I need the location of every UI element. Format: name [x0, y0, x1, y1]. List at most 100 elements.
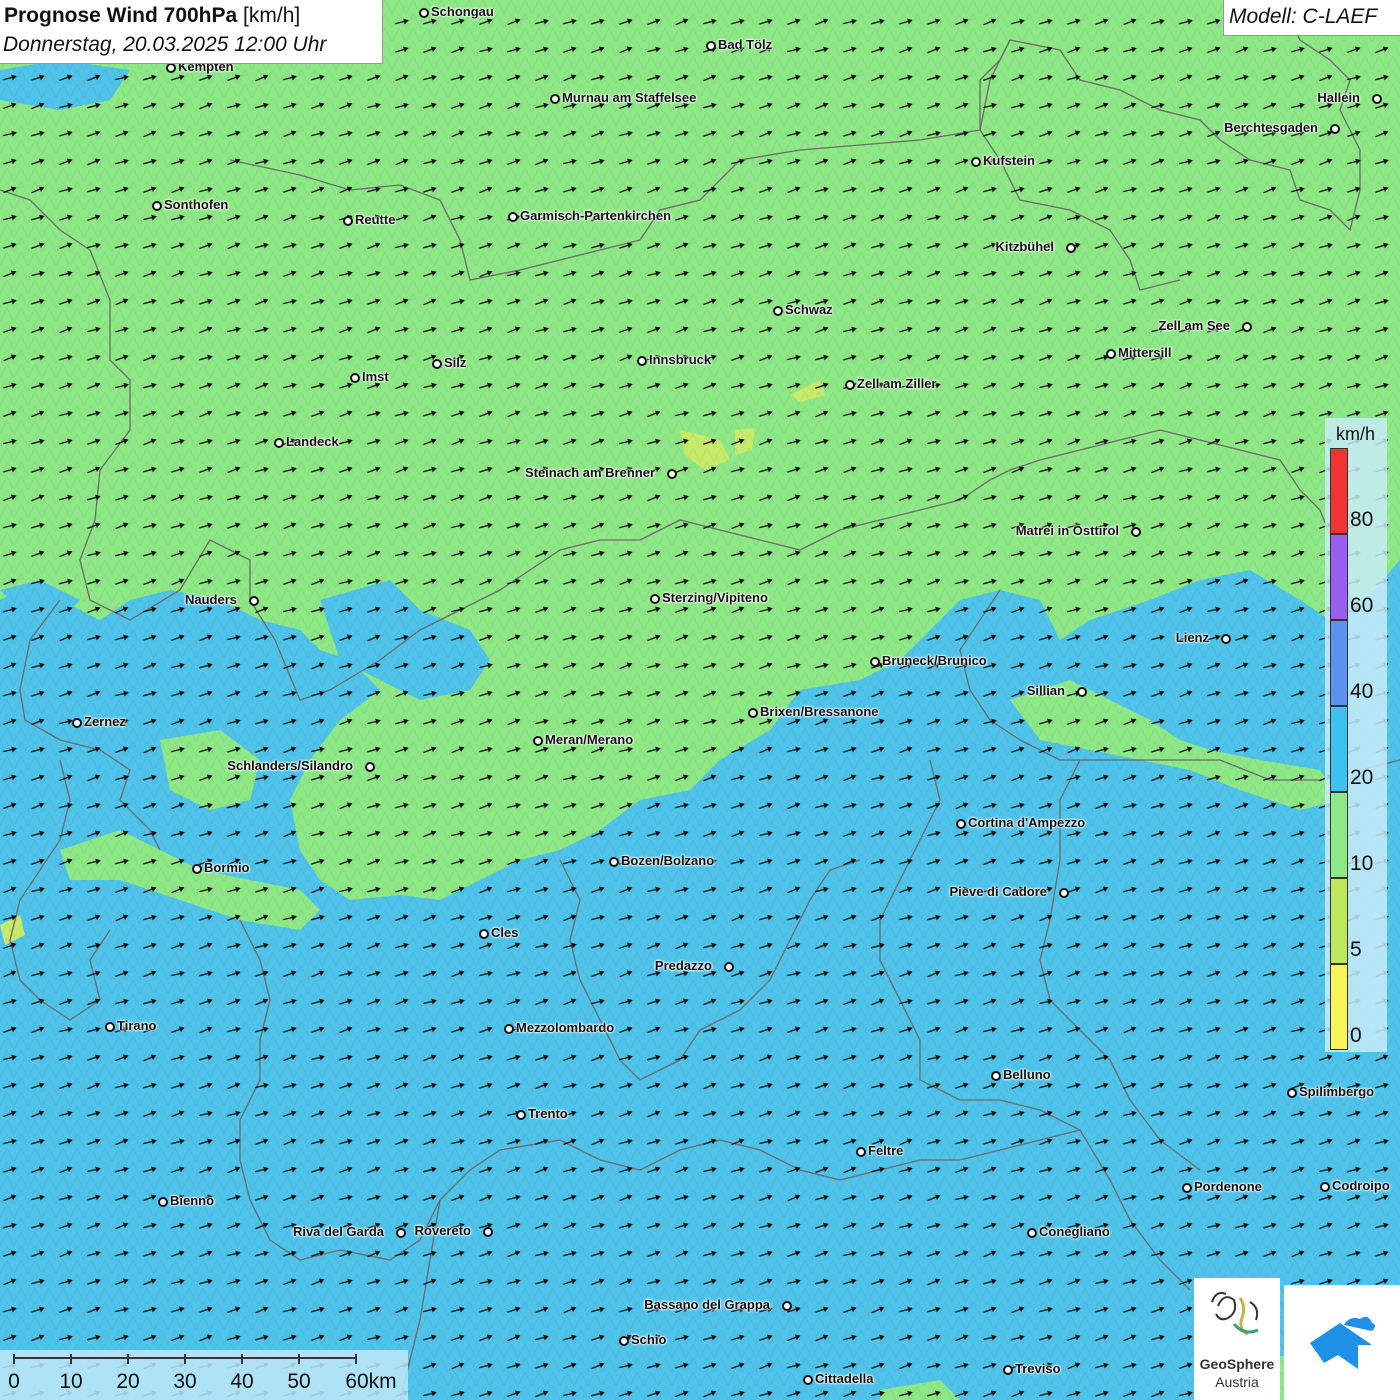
city-dot [845, 380, 855, 390]
city-dot [158, 1197, 168, 1207]
city-label: Brixen/Bressanone [760, 704, 879, 719]
geosphere-logo[interactable]: GeoSphere Austria [1194, 1278, 1280, 1400]
legend-tick-label: 0 [1350, 1024, 1362, 1047]
city-dot [533, 736, 543, 746]
city-dot [479, 929, 489, 939]
city-dot [1027, 1228, 1037, 1238]
city-label: Bassano del Grappa [644, 1297, 770, 1312]
scale-tick-label: 0 [8, 1370, 20, 1393]
map-title-unit: [km/h] [237, 4, 301, 27]
city-dot [773, 306, 783, 316]
model-box: Modell: C-LAEF [1223, 0, 1400, 36]
city-label: Mezzolombardo [516, 1020, 615, 1035]
city-dot [1059, 888, 1069, 898]
city-label: Feltre [868, 1143, 904, 1158]
model-label: Modell: C-LAEF [1229, 5, 1378, 28]
city-label: Schwaz [785, 302, 833, 317]
city-label: Silz [444, 355, 467, 370]
geosphere-logo-text: GeoSphere [1199, 1356, 1275, 1372]
city-dot [249, 596, 259, 606]
wind-forecast-map[interactable]: Schongau Bad Tölz Kempten Murnau am Staffel… [0, 0, 1400, 1400]
legend-unit: km/h [1336, 424, 1376, 444]
city-dot [516, 1110, 526, 1120]
city-dot [724, 962, 734, 972]
city-label: Zell am See [1158, 318, 1230, 333]
city-dot [706, 41, 716, 51]
city-label: Innsbruck [649, 352, 712, 367]
city-dot [550, 94, 560, 104]
city-dot [1066, 243, 1076, 253]
city-dot [504, 1024, 514, 1034]
city-label: Bienno [170, 1193, 215, 1208]
city-dot [609, 857, 619, 867]
cloud-arrow-logo[interactable] [1284, 1285, 1400, 1400]
city-dot [1077, 687, 1087, 697]
city-label: Bormio [204, 860, 250, 875]
city-label: Belluno [1003, 1067, 1051, 1082]
city-label: Matrei in Osttirol [1015, 523, 1119, 538]
city-dot [432, 359, 442, 369]
city-dot [856, 1147, 866, 1157]
city-label: Bruneck/Brunico [882, 653, 987, 668]
city-label: Zernez [84, 714, 126, 729]
city-label: Sonthofen [164, 197, 229, 212]
scale-tick-label: 50 [287, 1370, 311, 1393]
legend-swatch [1330, 620, 1348, 706]
city-dot [419, 8, 429, 18]
city-dot [192, 864, 202, 874]
scale-tick-label: 60km [345, 1370, 397, 1393]
legend-tick-label: 5 [1350, 938, 1362, 961]
city-label: Riva del Garda [292, 1224, 384, 1239]
city-dot [152, 201, 162, 211]
city-dot [365, 762, 375, 772]
city-dot [1003, 1365, 1013, 1375]
legend-swatch [1330, 706, 1348, 792]
city-label: Kitzbühel [995, 239, 1055, 254]
city-label: Landeck [286, 434, 339, 449]
city-label: Schlanders/Silandro [227, 758, 353, 773]
city-dot [1242, 322, 1252, 332]
city-label: Codroipo [1332, 1178, 1390, 1193]
scale-tick-label: 30 [173, 1370, 197, 1393]
city-label: Zell am Ziller [857, 376, 937, 391]
city-label: Bozen/Bolzano [621, 853, 715, 868]
city-dot [508, 212, 518, 222]
city-label: Nauders [184, 592, 237, 607]
map-title-main: Prognose Wind 700hPa [4, 4, 238, 27]
city-label: Steinach am Brenner [524, 465, 655, 480]
city-dot [343, 216, 353, 226]
scale-tick-label: 40 [230, 1370, 254, 1393]
city-dot [350, 373, 360, 383]
city-dot [72, 718, 82, 728]
city-dot [782, 1301, 792, 1311]
city-dot [956, 819, 966, 829]
forecast-datetime: Donnerstag, 20.03.2025 12:00 Uhr [3, 33, 327, 56]
title-box: Prognose Wind 700hPa [km/h] Donnerstag, … [0, 0, 383, 64]
city-label: Predazzo [654, 958, 712, 973]
city-dot [803, 1375, 813, 1385]
city-dot [650, 594, 660, 604]
city-dot [1131, 527, 1141, 537]
city-dot [637, 356, 647, 366]
city-label: Cittadella [815, 1371, 874, 1386]
geosphere-emblem-icon [1211, 1292, 1259, 1336]
city-label: Sterzing/Vipiteno [662, 590, 768, 605]
city-label: Kufstein [983, 153, 1035, 168]
scale-tick-label: 10 [59, 1370, 83, 1393]
legend-swatch [1330, 878, 1348, 964]
city-label: Bad Tölz [718, 37, 773, 52]
city-label: Schio [631, 1332, 667, 1347]
city-dot [991, 1071, 1001, 1081]
geosphere-logo-subtext: Austria [1215, 1374, 1259, 1390]
city-dot [274, 438, 284, 448]
city-dot [1106, 349, 1116, 359]
legend-swatch [1330, 964, 1348, 1050]
city-label: Treviso [1015, 1361, 1061, 1376]
legend-tick-label: 60 [1350, 594, 1374, 617]
legend-swatch [1330, 448, 1348, 534]
city-label: Cles [491, 925, 519, 940]
city-dot [396, 1228, 406, 1238]
city-label: Schongau [431, 4, 494, 19]
city-label: Berchtesgaden [1224, 120, 1318, 135]
city-dot [667, 469, 677, 479]
